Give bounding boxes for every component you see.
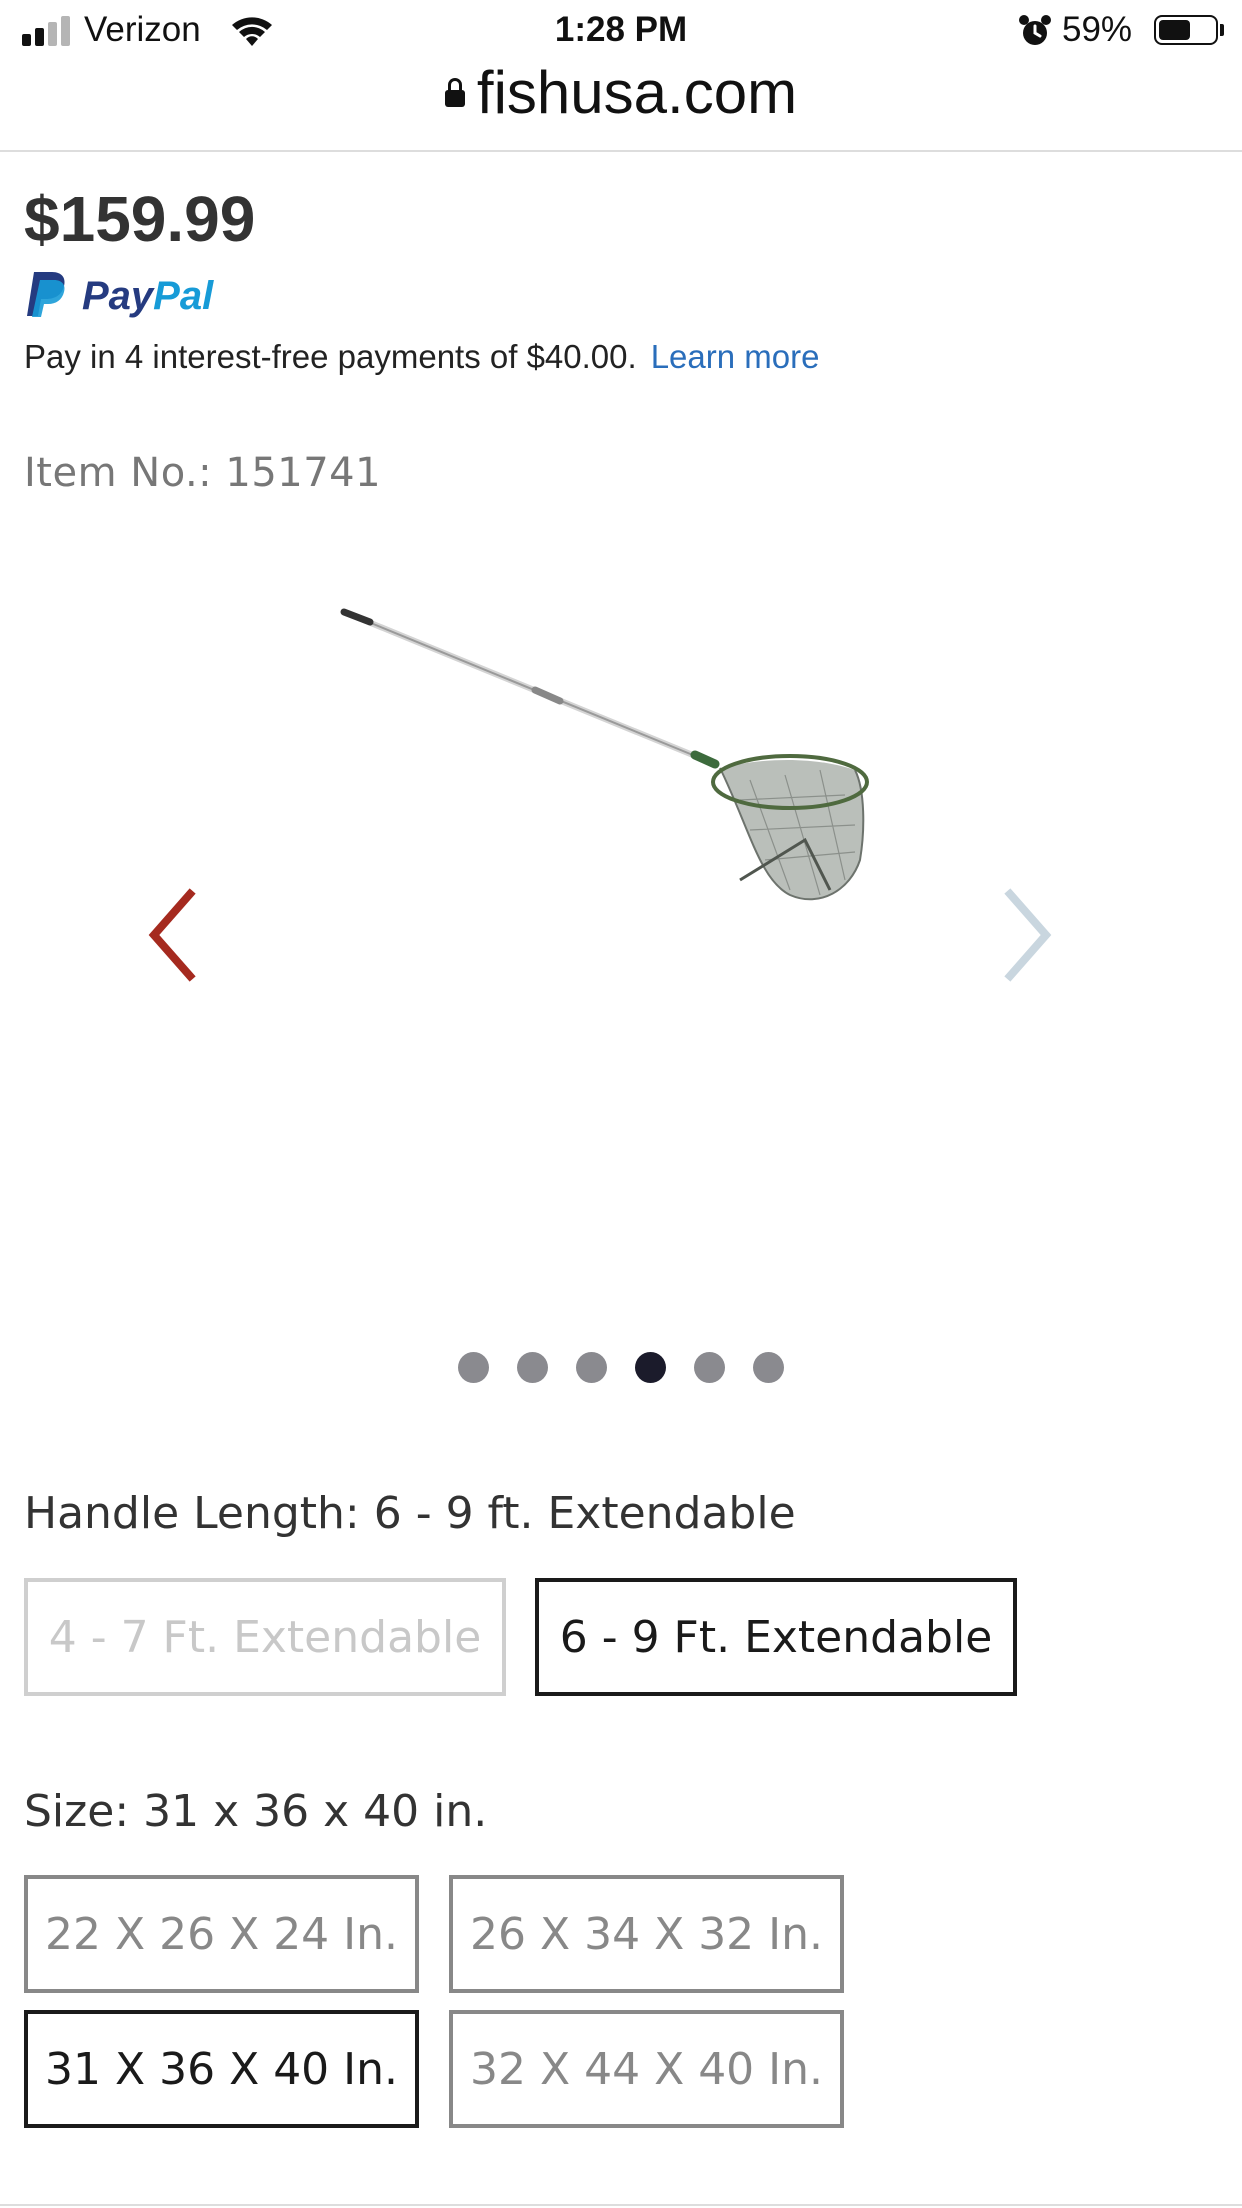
carousel-dot[interactable] [694,1352,725,1383]
paypal-wordmark-pay: Pay [82,274,154,318]
size-option-22x26x24[interactable]: 22 X 26 X 24 In. [24,1875,419,1993]
carousel-dot[interactable] [576,1352,607,1383]
carousel-dot[interactable] [517,1352,548,1383]
paypal-message: Pay in 4 interest-free payments of $40.0… [24,338,819,376]
url-display[interactable]: fishusa.com [0,58,1242,127]
url-text: fishusa.com [476,59,798,126]
size-option-26x34x32[interactable]: 26 X 34 X 32 In. [449,1875,844,1993]
chevron-left-icon[interactable] [140,880,210,990]
paypal-p-icon [27,272,65,317]
paypal-message-text: Pay in 4 interest-free payments of $40.0… [24,338,637,375]
paypal-wordmark: PayPal [82,274,213,319]
carousel-dot[interactable] [635,1352,666,1383]
size-label: Size: 31 x 36 x 40 in. [24,1786,488,1837]
learn-more-link[interactable]: Learn more [651,338,820,375]
item-number: Item No.: 151741 [24,450,382,496]
product-image[interactable] [320,590,880,970]
size-option-31x36x40[interactable]: 31 X 36 X 40 In. [24,2010,419,2128]
chevron-right-icon[interactable] [990,880,1060,990]
battery-cap [1220,24,1224,36]
url-bar[interactable]: fishusa.com [0,56,1242,152]
paypal-wordmark-pal: Pal [153,274,214,318]
carousel-dot[interactable] [458,1352,489,1383]
status-bar: Verizon 1:28 PM 59% [0,0,1242,60]
status-time: 1:28 PM [554,10,688,49]
carousel-dot[interactable] [753,1352,784,1383]
battery-icon [1154,15,1218,45]
divider [0,2204,1242,2206]
handle-option-6-9[interactable]: 6 - 9 Ft. Extendable [535,1578,1017,1696]
carousel-dots [0,1352,1242,1383]
alarm-icon [1019,15,1051,45]
product-price: $159.99 [24,183,256,255]
handle-length-label: Handle Length: 6 - 9 ft. Extendable [24,1488,796,1539]
battery-level [1159,20,1190,40]
battery-percent: 59% [1062,10,1133,49]
handle-option-4-7[interactable]: 4 - 7 Ft. Extendable [24,1578,506,1696]
lock-icon [444,78,465,109]
size-option-32x44x40[interactable]: 32 X 44 X 40 In. [449,2010,844,2128]
